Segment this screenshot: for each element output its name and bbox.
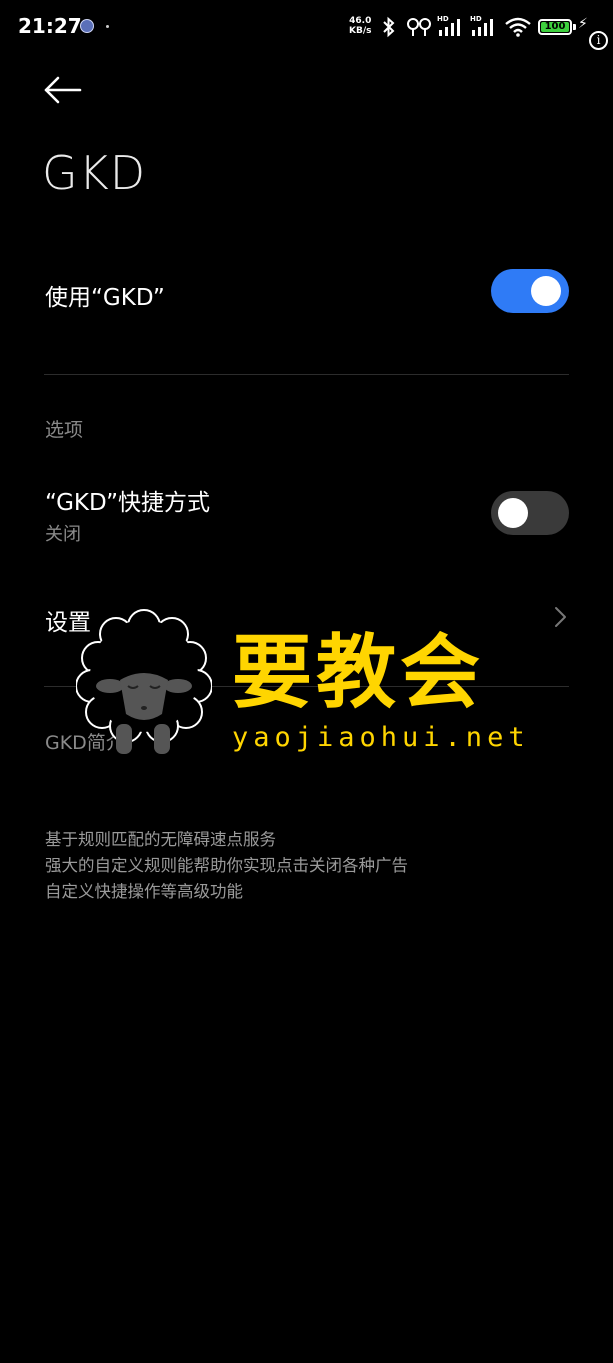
toggle-knob	[531, 276, 561, 306]
intro-line: 自定义快捷操作等高级功能	[45, 882, 243, 901]
info-icon[interactable]: i	[589, 31, 608, 50]
network-speed-unit: KB/s	[349, 26, 372, 36]
battery-tip	[573, 24, 576, 30]
watermark-url: yaojiaohui.net	[232, 722, 530, 753]
shortcut-title: “GKD”快捷方式	[45, 490, 211, 516]
cell-signal-icon-1	[439, 19, 460, 36]
battery-level: 100	[544, 21, 566, 32]
divider	[44, 374, 569, 375]
sheep-logo-icon	[76, 609, 212, 754]
back-button[interactable]	[40, 70, 88, 110]
watermark-text: 要教会	[232, 625, 484, 719]
wifi-icon	[505, 17, 531, 37]
use-gkd-label: 使用“GKD”	[45, 285, 165, 311]
arrow-left-icon	[44, 76, 82, 104]
status-bar: 21:27 46.0 KB/s HD HD 100 ⚡ i	[0, 0, 613, 56]
earbuds-icon	[407, 18, 431, 36]
shortcut-toggle[interactable]	[491, 491, 569, 535]
intro-line: 强大的自定义规则能帮助你实现点击关闭各种广告	[45, 856, 408, 875]
use-gkd-toggle[interactable]	[491, 269, 569, 313]
intro-line: 基于规则匹配的无障碍速点服务	[45, 830, 276, 849]
shortcut-status: 关闭	[45, 524, 81, 545]
network-speed-value: 46.0	[349, 16, 372, 26]
options-section-label: 选项	[45, 419, 84, 441]
page-title: GKD	[42, 146, 147, 200]
status-time: 21:27	[18, 14, 82, 38]
notification-dot-icon	[106, 25, 109, 28]
chevron-right-icon	[555, 607, 566, 627]
notification-app-icon	[80, 19, 94, 33]
network-speed: 46.0 KB/s	[349, 16, 371, 36]
lightning-icon: ⚡	[578, 16, 588, 32]
toggle-knob	[498, 498, 528, 528]
cell-signal-icon-2	[472, 19, 493, 36]
bluetooth-icon	[383, 16, 395, 38]
